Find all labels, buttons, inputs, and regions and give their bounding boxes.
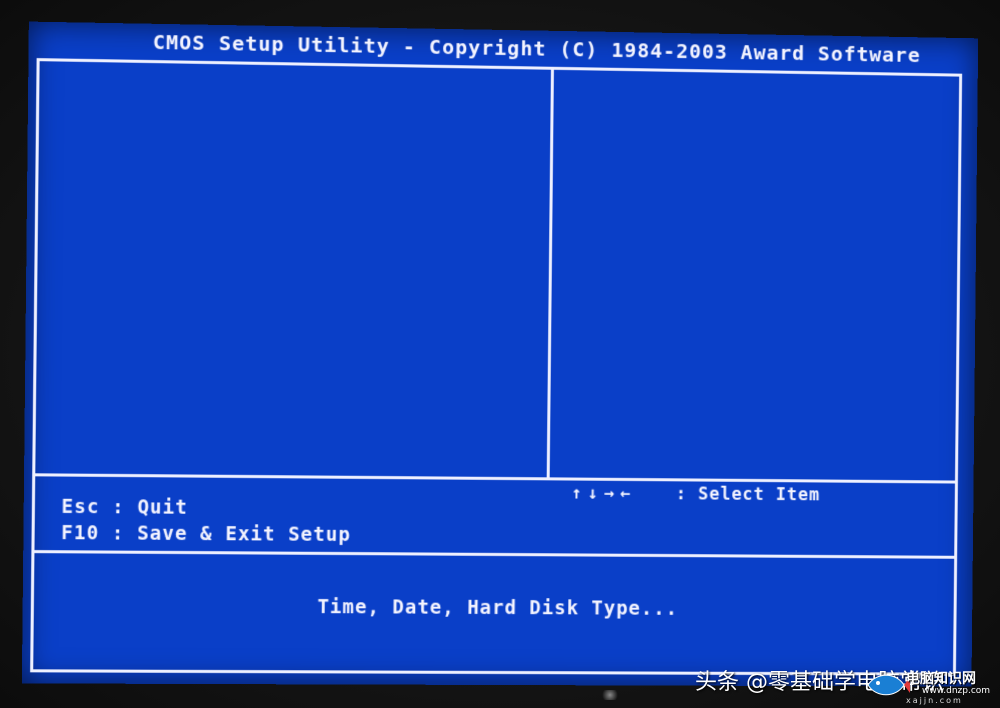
arrow-keys-icon: ↑↓→←: [571, 483, 637, 504]
bios-menu-left-panel[interactable]: [35, 61, 554, 478]
bios-screen: CMOS Setup Utility - Copyright (C) 1984-…: [21, 21, 979, 687]
watermark-brand: 电脑知识网: [906, 671, 976, 687]
watermark-url-secondary: xajjn.com: [906, 696, 963, 705]
photo-stage: CMOS Setup Utility - Copyright (C) 1984-…: [0, 0, 1000, 708]
select-item-hint: : Select Item: [675, 484, 821, 506]
bios-main-frame: Esc : Quit F10 : Save & Exit Setup ↑↓→←:…: [30, 58, 963, 676]
monitor-power-led: [600, 690, 620, 700]
key-help-left: Esc : Quit F10 : Save & Exit Setup: [61, 494, 351, 548]
watermark-url: www.dnzp.com: [922, 686, 991, 696]
watermark-logo: 电脑知识网 www.dnzp.com xajjn.com: [866, 666, 991, 705]
fish-logo-icon: [867, 674, 910, 696]
bios-menu-right-panel[interactable]: [550, 70, 959, 481]
f10-save-exit-hint: F10 : Save & Exit Setup: [61, 521, 351, 547]
status-line: Time, Date, Hard Disk Type...: [317, 596, 679, 620]
esc-quit-hint: Esc : Quit: [61, 495, 188, 519]
key-help-right: ↑↓→← : Select Item: [571, 484, 820, 506]
divider-status: [34, 550, 955, 559]
